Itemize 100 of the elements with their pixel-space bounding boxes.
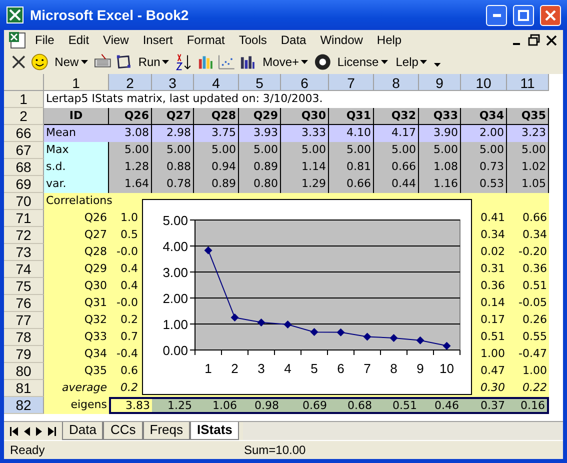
table-cell: 3.83 — [109, 397, 152, 414]
table-cell: 0.66 — [374, 159, 419, 176]
row-header[interactable]: 1 — [4, 91, 44, 108]
row-header[interactable]: 82 — [4, 397, 44, 414]
table-cell: Q35 — [44, 363, 109, 380]
table-cell: 0.73 — [461, 159, 507, 176]
table-cell: 1.25 — [152, 397, 194, 414]
row-header[interactable]: 67 — [4, 142, 44, 159]
table-cell: 2.00 — [461, 125, 507, 142]
row-header[interactable]: 73 — [4, 244, 44, 261]
sheet-tab[interactable]: CCs — [103, 422, 143, 440]
axis-label: 4 — [284, 361, 292, 376]
column-header[interactable]: 8 — [374, 74, 419, 91]
table-cell: eigens — [44, 397, 109, 414]
table-cell: 2.98 — [152, 125, 194, 142]
table-cell: 1.16 — [419, 176, 461, 193]
axis-label: 8 — [390, 361, 398, 376]
row-header[interactable]: 70 — [4, 193, 44, 210]
column-header[interactable]: 5 — [239, 74, 281, 91]
table-cell: Q34 — [461, 108, 507, 125]
row-header[interactable]: 77 — [4, 312, 44, 329]
table-cell: Q33 — [44, 329, 109, 346]
row-header[interactable]: 68 — [4, 159, 44, 176]
table-cell: var. — [44, 176, 109, 193]
table-cell: 1.05 — [507, 176, 549, 193]
column-header[interactable]: 7 — [329, 74, 374, 91]
axis-label: 1 — [204, 361, 212, 376]
sheet-tab[interactable]: Freqs — [142, 422, 190, 440]
table-cell: s.d. — [44, 159, 109, 176]
table-cell: average — [44, 380, 109, 397]
toolbar-dropdown[interactable]: New — [52, 55, 90, 69]
table-cell: 0.36 — [507, 261, 549, 278]
table-cell: 3.23 — [507, 125, 549, 142]
column-header[interactable]: 6 — [281, 74, 329, 91]
table-cell: Q35 — [507, 108, 549, 125]
sheet-tab[interactable]: Data — [62, 422, 104, 440]
table-cell: 3.08 — [109, 125, 152, 142]
table-cell: Q31 — [44, 295, 109, 312]
table-cell: Q34 — [44, 346, 109, 363]
column-header[interactable]: 2 — [109, 74, 152, 91]
toolbar-dropdown[interactable]: Move+ — [260, 55, 310, 69]
table-cell: -0.05 — [507, 295, 549, 312]
menu-item[interactable]: Help — [370, 32, 409, 48]
table-cell: 5.00 — [329, 142, 374, 159]
column-header[interactable]: 11 — [507, 74, 549, 91]
sheet-tab[interactable]: IStats — [190, 422, 240, 440]
table-cell: 0.53 — [461, 176, 507, 193]
table-cell: 5.00 — [461, 142, 507, 159]
table-cell: Q26 — [44, 210, 109, 227]
axis-label: 6 — [337, 361, 344, 376]
table-cell: 0.68 — [329, 397, 374, 414]
table-cell: Q28 — [194, 108, 239, 125]
column-header[interactable]: 3 — [152, 74, 194, 91]
axis-label: 5.00 — [162, 213, 188, 228]
table-cell: 1.02 — [507, 159, 549, 176]
toolbar-dropdown[interactable]: Lelp — [394, 55, 430, 69]
table-cell: 0.55 — [507, 329, 549, 346]
table-cell: -0.47 — [507, 346, 549, 363]
axis-label: 2 — [231, 361, 238, 376]
table-cell: 0.44 — [374, 176, 419, 193]
axis-label: 9 — [416, 361, 424, 376]
toolbar-dropdown[interactable]: Run — [136, 55, 172, 69]
table-cell: 1.00 — [507, 363, 549, 380]
table-cell: 5.00 — [507, 142, 549, 159]
menu-item[interactable]: File — [28, 32, 62, 48]
table-cell: Q27 — [44, 227, 109, 244]
table-cell: 0.16 — [507, 397, 549, 414]
row-header[interactable]: 80 — [4, 363, 44, 380]
row-header[interactable]: 74 — [4, 261, 44, 278]
row-header[interactable]: 78 — [4, 329, 44, 346]
toolbar-dropdown[interactable]: License — [335, 55, 390, 69]
row-header[interactable]: 69 — [4, 176, 44, 193]
row-header[interactable]: 76 — [4, 295, 44, 312]
menu-item[interactable]: Insert — [136, 32, 180, 48]
row-header[interactable]: 79 — [4, 346, 44, 363]
menu-item[interactable]: Tools — [232, 32, 274, 48]
row-header[interactable]: 72 — [4, 227, 44, 244]
column-header[interactable]: 1 — [44, 74, 109, 91]
axis-label: 10 — [440, 361, 454, 376]
menu-item[interactable]: View — [96, 32, 136, 48]
menu-item[interactable]: Format — [180, 32, 232, 48]
menu-item[interactable]: Edit — [61, 32, 96, 48]
table-cell: 5.00 — [194, 142, 239, 159]
table-cell: Q30 — [44, 278, 109, 295]
column-header[interactable]: 10 — [461, 74, 507, 91]
menu-item[interactable]: Data — [274, 32, 314, 48]
menu-item[interactable]: Window — [313, 32, 370, 48]
column-header[interactable]: 9 — [419, 74, 461, 91]
table-cell: 0.22 — [507, 380, 549, 397]
table-cell: 0.51 — [374, 397, 419, 414]
table-cell: Q26 — [109, 108, 152, 125]
row-header[interactable]: 71 — [4, 210, 44, 227]
column-header[interactable]: 4 — [194, 74, 239, 91]
row-header[interactable]: 2 — [4, 108, 44, 125]
table-cell: 0.89 — [239, 159, 281, 176]
table-cell: 0.98 — [239, 397, 281, 414]
table-cell: 0.34 — [507, 227, 549, 244]
row-header[interactable]: 66 — [4, 125, 44, 142]
row-header[interactable]: 81 — [4, 380, 44, 397]
row-header[interactable]: 75 — [4, 278, 44, 295]
